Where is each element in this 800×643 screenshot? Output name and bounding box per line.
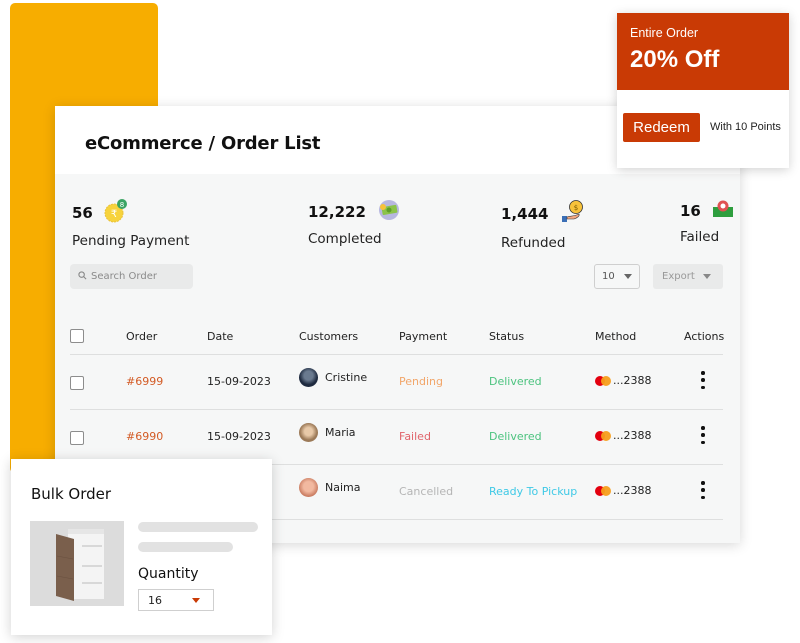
avatar — [299, 423, 318, 442]
stat-value: 12,222 — [308, 203, 366, 221]
payment-status: Failed — [399, 430, 431, 443]
avatar — [299, 368, 318, 387]
export-label: Export — [662, 271, 695, 282]
customer-name: Maria — [325, 426, 356, 439]
payment-method: ...2388 — [595, 484, 651, 497]
chevron-down-icon — [192, 597, 200, 603]
order-id-link[interactable]: #6999 — [126, 375, 163, 388]
coupon-title: 20% Off — [630, 46, 720, 73]
column-header-date[interactable]: Date — [207, 330, 233, 343]
search-placeholder: Search Order — [91, 271, 157, 282]
customer: Maria — [299, 423, 356, 442]
table-row: #6999 15-09-2023 Cristine Pending Delive… — [55, 355, 740, 409]
stat-value: 56 — [72, 204, 93, 222]
coupon-header: Entire Order 20% Off — [617, 13, 789, 90]
card-last-digits: ...2388 — [613, 429, 652, 442]
bulk-order-title: Bulk Order — [31, 485, 112, 503]
row-checkbox[interactable] — [70, 376, 84, 390]
svg-text:₹: ₹ — [111, 209, 117, 220]
stat-failed: 16 Failed — [680, 199, 734, 245]
rupee-coin-icon: ₹ 8 — [104, 199, 128, 227]
page-size-select[interactable]: 10 — [594, 264, 640, 289]
quantity-label: Quantity — [138, 566, 199, 582]
refund-hand-coin-icon: $ — [560, 199, 584, 229]
chevron-down-icon — [623, 274, 632, 279]
stat-label: Refunded — [501, 235, 566, 251]
customer-name: Naima — [325, 481, 361, 494]
svg-text:8: 8 — [120, 201, 124, 209]
stat-label: Completed — [308, 231, 382, 247]
mastercard-icon — [595, 485, 612, 496]
search-input[interactable]: Search Order — [70, 264, 193, 289]
row-checkbox[interactable] — [70, 431, 84, 445]
table-header: Order Date Customers Payment Status Meth… — [55, 326, 740, 354]
payment-status: Cancelled — [399, 485, 454, 498]
order-id-link[interactable]: #6990 — [126, 430, 163, 443]
quantity-value: 16 — [148, 593, 162, 607]
order-date: 15-09-2023 — [207, 430, 271, 443]
more-actions-icon[interactable] — [700, 426, 706, 444]
payment-method: ...2388 — [595, 374, 651, 387]
stat-completed: 12,222 Completed — [308, 199, 401, 247]
stat-label: Failed — [680, 229, 720, 245]
avatar — [299, 478, 318, 497]
skeleton-line — [138, 542, 233, 552]
column-header-payment[interactable]: Payment — [399, 330, 447, 343]
order-status: Delivered — [489, 375, 542, 388]
column-header-method[interactable]: Method — [595, 330, 636, 343]
failed-cash-icon — [712, 199, 734, 223]
page-title: eCommerce / Order List — [85, 133, 321, 154]
table-row: #6990 15-09-2023 Maria Failed Delivered … — [55, 410, 740, 464]
order-date: 15-09-2023 — [207, 375, 271, 388]
stat-pending-payment: 56 ₹ 8 Pending Payment — [72, 199, 189, 249]
payment-method: ...2388 — [595, 429, 651, 442]
customer-name: Cristine — [325, 371, 368, 384]
column-header-customers[interactable]: Customers — [299, 330, 358, 343]
column-header-order[interactable]: Order — [126, 330, 157, 343]
stat-value: 16 — [680, 202, 701, 220]
card-last-digits: ...2388 — [613, 374, 652, 387]
column-header-status[interactable]: Status — [489, 330, 524, 343]
stat-label: Pending Payment — [72, 233, 190, 249]
order-status: Ready To Pickup — [489, 485, 578, 498]
more-actions-icon[interactable] — [700, 481, 706, 499]
mastercard-icon — [595, 375, 612, 386]
mastercard-icon — [595, 430, 612, 441]
stat-refunded: 1,444 $ Refunded — [501, 199, 584, 251]
column-header-actions: Actions — [684, 330, 725, 343]
points-note: With 10 Points — [710, 121, 781, 133]
product-image — [30, 521, 124, 606]
svg-text:$: $ — [573, 204, 577, 212]
coupon-subtitle: Entire Order — [630, 26, 699, 40]
bulk-order-card: Bulk Order Quantity 16 — [11, 459, 272, 635]
coupon-card: Entire Order 20% Off Redeem With 10 Poin… — [617, 13, 789, 168]
payment-status: Pending — [399, 375, 443, 388]
chevron-down-icon — [702, 274, 711, 279]
order-status: Delivered — [489, 430, 542, 443]
more-actions-icon[interactable] — [700, 371, 706, 389]
stat-value: 1,444 — [501, 205, 549, 223]
page-size-value: 10 — [602, 271, 615, 282]
customer: Naima — [299, 478, 360, 497]
select-all-checkbox[interactable] — [70, 329, 84, 343]
cash-icon — [377, 199, 401, 225]
quantity-select[interactable]: 16 — [138, 589, 214, 611]
search-icon — [78, 270, 87, 283]
card-last-digits: ...2388 — [613, 484, 652, 497]
export-button[interactable]: Export — [653, 264, 723, 289]
customer: Cristine — [299, 368, 367, 387]
redeem-button[interactable]: Redeem — [623, 113, 700, 142]
skeleton-line — [138, 522, 258, 532]
